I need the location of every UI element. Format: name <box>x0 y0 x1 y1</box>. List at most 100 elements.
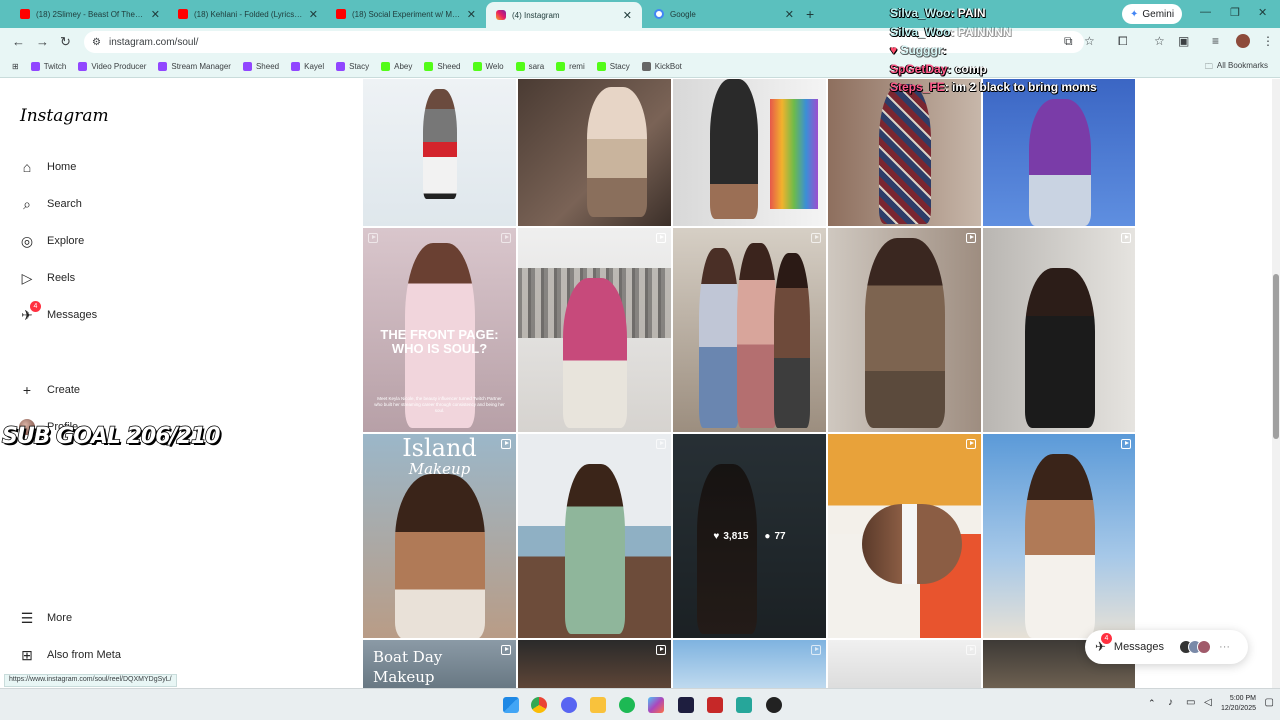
post-tile[interactable] <box>828 228 981 432</box>
discord-icon[interactable] <box>561 697 577 713</box>
post-overlay-title: Boat Day <box>373 648 443 666</box>
instagram-logo[interactable]: Instagram <box>20 106 109 126</box>
reel-icon <box>656 233 666 243</box>
youtube-icon <box>178 9 188 19</box>
instagram-sidebar: Instagram ⌂ Home ⌕ Search ◎ Explore ▷ Reels … <box>0 79 340 688</box>
new-tab-button[interactable]: + <box>806 6 814 22</box>
carousel-icon <box>811 233 821 243</box>
close-icon[interactable]: ✕ <box>623 9 632 22</box>
sidebar-item-create[interactable]: + Create <box>19 382 80 398</box>
bookmark-item[interactable]: Kayel <box>291 62 324 71</box>
bookmark-item[interactable]: Stream Manager <box>158 62 231 71</box>
twitch-icon <box>78 62 88 71</box>
obs-icon[interactable] <box>766 697 782 713</box>
post-tile[interactable] <box>828 79 981 226</box>
scrollbar-thumb[interactable] <box>1273 274 1279 439</box>
chat-line: ♥ Sugggr: <box>890 43 947 58</box>
close-icon[interactable]: ✕ <box>309 8 318 21</box>
reel-icon <box>501 439 511 449</box>
post-tile[interactable]: Boat Day Makeup <box>363 640 516 688</box>
post-tile[interactable] <box>828 640 981 688</box>
hamburger-icon: ☰ <box>20 609 34 626</box>
sidebar-item-home[interactable]: ⌂ Home <box>19 159 77 175</box>
reload-icon[interactable]: ↻ <box>60 34 71 50</box>
tab-instagram[interactable]: (4) Instagram ✕ <box>486 2 642 28</box>
post-tile[interactable] <box>983 79 1135 226</box>
tab-google[interactable]: Google ✕ <box>644 2 804 26</box>
bookmark-item[interactable]: Twitch <box>30 62 66 71</box>
premiere-icon[interactable] <box>678 697 694 713</box>
windows-taskbar: ⌃ ♪ ▭ ◁ 5:00 PM 12/20/2025 ▢ <box>0 688 1280 720</box>
app-icon[interactable] <box>736 697 752 713</box>
notification-icon[interactable]: ▢ <box>1265 697 1274 708</box>
close-icon[interactable]: ✕ <box>151 8 160 21</box>
bookmark-item[interactable]: remi <box>556 62 585 71</box>
taskbar-clock[interactable]: 5:00 PM 12/20/2025 <box>1221 694 1256 714</box>
heart-icon: ♥ <box>890 43 901 58</box>
post-tile[interactable] <box>983 228 1135 432</box>
kick-icon <box>381 62 391 71</box>
reels-icon: ▷ <box>21 269 33 286</box>
notification-badge: 4 <box>1100 633 1112 644</box>
carousel-icon <box>966 645 976 655</box>
post-tile[interactable] <box>673 640 826 688</box>
sidebar-item-search[interactable]: ⌕ Search <box>19 196 82 212</box>
search-icon: ⌕ <box>23 195 31 212</box>
sidebar-item-meta[interactable]: ⊞ Also from Meta <box>19 647 121 663</box>
post-tile[interactable] <box>983 434 1135 638</box>
twitch-icon <box>291 62 301 71</box>
tab-youtube-3[interactable]: (18) Social Experiment w/ MIN... ✕ <box>326 2 486 26</box>
post-tile[interactable] <box>518 640 671 688</box>
post-tile[interactable]: ♥ 3,815 ● 77 <box>673 434 826 638</box>
post-image <box>774 253 811 428</box>
clothes-rack <box>770 99 818 209</box>
post-tile[interactable] <box>363 79 516 226</box>
bookmark-item[interactable]: Sheed <box>242 62 279 71</box>
spotify-icon[interactable] <box>619 697 635 713</box>
bookmark-item[interactable]: Welo <box>472 62 504 71</box>
tab-youtube-2[interactable]: (18) Kehlani - Folded (Lyrics) - Yo... ✕ <box>168 2 328 26</box>
scrollbar[interactable] <box>1272 79 1280 688</box>
post-tile[interactable] <box>828 434 981 638</box>
file-explorer-icon[interactable] <box>590 697 606 713</box>
post-tile[interactable]: Island Makeup <box>363 434 516 638</box>
back-icon[interactable]: ← <box>12 34 25 49</box>
messages-float-button[interactable]: ✈ 4 Messages ··· <box>1085 630 1248 664</box>
post-image <box>878 84 931 224</box>
chrome-icon[interactable] <box>531 697 547 713</box>
bookmark-item[interactable]: Sheed <box>424 62 461 71</box>
chevron-up-icon[interactable]: ⌃ <box>1148 698 1156 709</box>
bookmark-item[interactable]: Stacy <box>596 62 630 71</box>
post-tile[interactable] <box>673 228 826 432</box>
youtube-icon <box>336 9 346 19</box>
microphone-icon[interactable]: ♪ <box>1168 697 1173 708</box>
post-tile[interactable]: THE FRONT PAGE: WHO IS SOUL? Meet Keyla … <box>363 228 516 432</box>
site-info-icon[interactable]: ⚙ <box>92 37 101 48</box>
sidebar-item-messages[interactable]: ✈ 4 Messages <box>19 301 97 323</box>
bookmark-item[interactable]: Abey <box>381 62 412 71</box>
network-icon[interactable]: ▭ <box>1186 697 1195 708</box>
forward-icon[interactable]: → <box>36 34 49 49</box>
carousel-icon <box>368 233 378 243</box>
sidebar-item-reels[interactable]: ▷ Reels <box>19 269 76 286</box>
start-icon[interactable] <box>503 697 519 713</box>
avatar <box>1197 640 1212 654</box>
app-icon[interactable] <box>707 697 723 713</box>
post-tile[interactable] <box>518 79 671 226</box>
sidebar-item-more[interactable]: ☰ More <box>19 610 72 626</box>
bookmark-item[interactable]: KickBot <box>641 62 682 71</box>
post-tile[interactable] <box>673 79 826 226</box>
bookmark-item[interactable]: Video Producer <box>78 62 146 71</box>
close-icon[interactable]: ✕ <box>467 8 476 21</box>
volume-icon[interactable]: ◁ <box>1204 697 1212 708</box>
close-icon[interactable]: ✕ <box>785 8 794 21</box>
bookmark-item[interactable]: Stacy <box>336 62 369 71</box>
tab-youtube-1[interactable]: (18) 2Slimey - Beast Of The Be... ✕ <box>10 2 170 26</box>
url-text: instagram.com/soul/ <box>108 36 199 48</box>
copilot-icon[interactable] <box>648 697 664 713</box>
bookmark-item[interactable]: sara <box>515 62 544 71</box>
post-tile[interactable] <box>518 228 671 432</box>
sidebar-item-explore[interactable]: ◎ Explore <box>19 233 84 249</box>
post-tile[interactable] <box>518 434 671 638</box>
apps-icon[interactable]: ⊞ <box>12 62 19 71</box>
